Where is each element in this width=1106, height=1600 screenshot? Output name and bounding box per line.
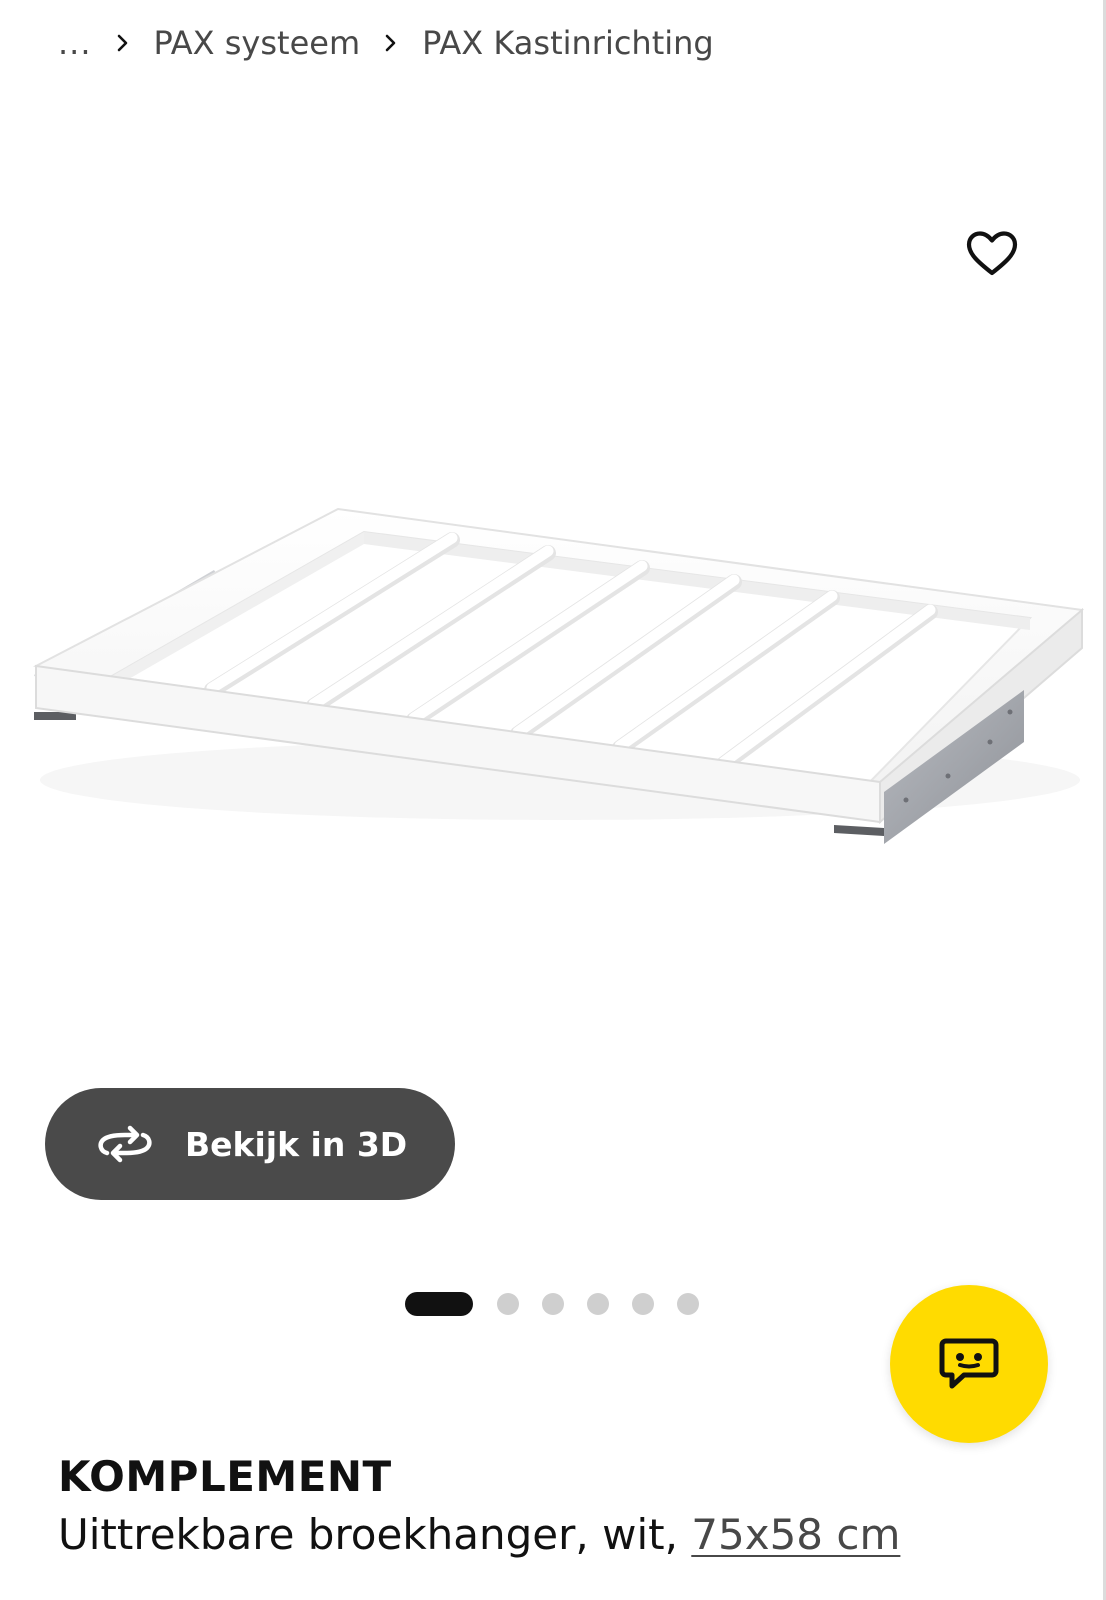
carousel-indicator: [405, 1292, 722, 1316]
carousel-dot-2[interactable]: [497, 1293, 519, 1315]
view-in-3d-label: Bekijk in 3D: [185, 1124, 408, 1164]
chevron-right-icon: [385, 34, 396, 52]
breadcrumb-ellipsis[interactable]: ...: [58, 24, 92, 62]
product-description-text: Uittrekbare broekhanger, wit,: [58, 1510, 692, 1559]
carousel-dot-6[interactable]: [677, 1293, 699, 1315]
carousel-dot-5[interactable]: [632, 1293, 654, 1315]
product-name: KOMPLEMENT: [58, 1452, 392, 1501]
chevron-right-icon: [117, 34, 127, 52]
heart-outline-icon: [966, 231, 1018, 276]
carousel-dot-4[interactable]: [587, 1293, 609, 1315]
rotate-3d-icon: [98, 1125, 152, 1163]
breadcrumb-item-pax-kastinrichting[interactable]: PAX Kastinrichting: [422, 24, 714, 62]
product-description: Uittrekbare broekhanger, wit, 75x58 cm: [58, 1510, 900, 1559]
view-in-3d-button[interactable]: Bekijk in 3D: [45, 1088, 455, 1200]
carousel-dot-1[interactable]: [405, 1292, 473, 1316]
breadcrumb-item-pax-systeem[interactable]: PAX systeem: [154, 24, 361, 62]
chat-bubble-icon: [939, 1338, 999, 1389]
chat-button[interactable]: [890, 1285, 1048, 1443]
product-size-link[interactable]: 75x58 cm: [691, 1510, 900, 1559]
carousel-dot-3[interactable]: [542, 1293, 564, 1315]
favorite-button[interactable]: [962, 226, 1022, 282]
breadcrumb: ... PAX systeem PAX Kastinrichting: [58, 24, 714, 62]
product-image: [32, 507, 1085, 844]
